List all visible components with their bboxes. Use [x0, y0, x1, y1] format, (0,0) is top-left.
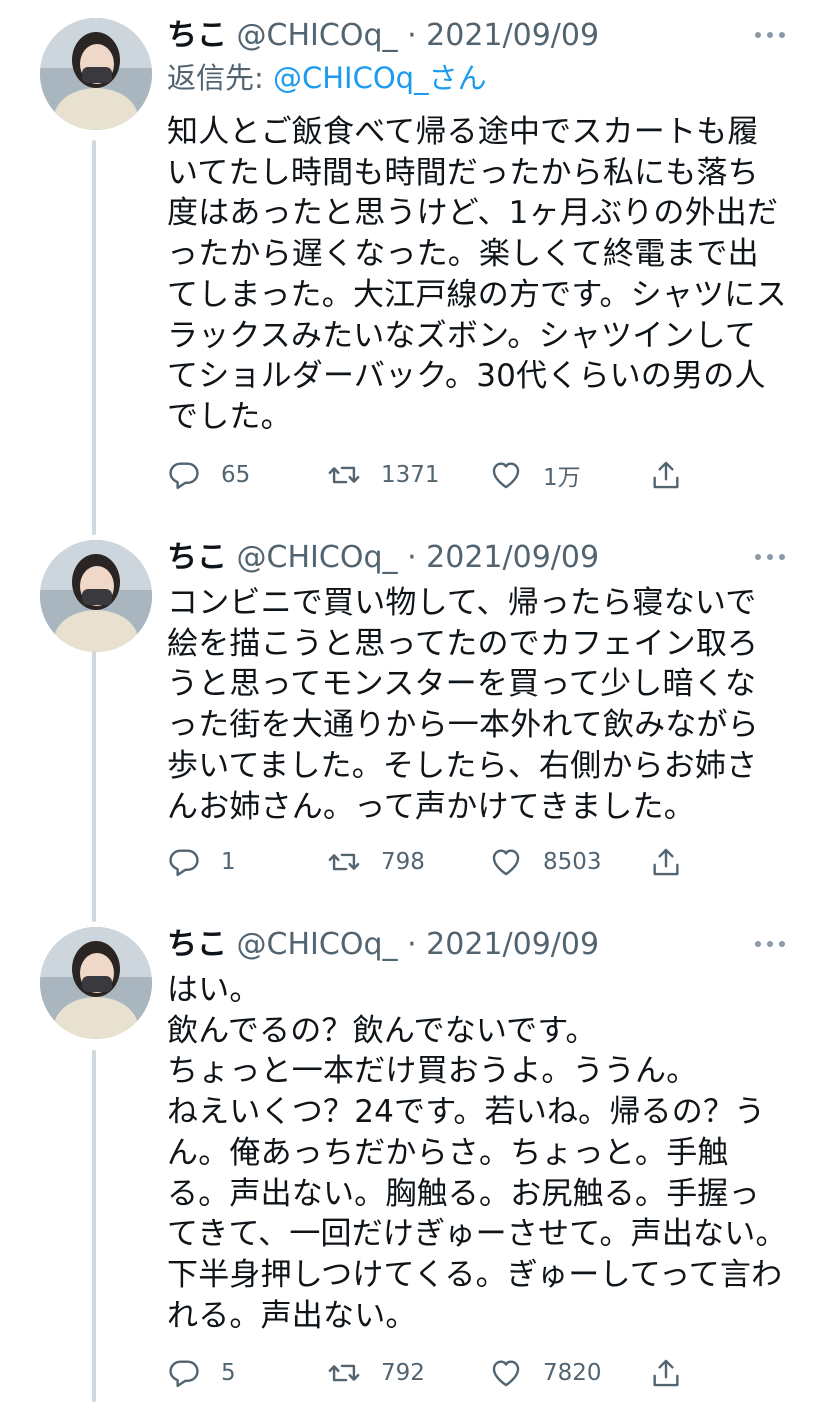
more-options-icon[interactable]: [755, 554, 785, 562]
retweet-button[interactable]: 792: [327, 1353, 425, 1393]
separator-dot: ·: [407, 540, 417, 575]
retweet-button[interactable]: 1371: [327, 455, 440, 495]
reply-to-line: 返信先: @CHICOq_さん: [167, 58, 487, 98]
like-button[interactable]: 7820: [489, 1353, 602, 1393]
tweet[interactable]: ちこ @CHICOq_ · 2021/09/09 返信先: @CHICOq_さん…: [0, 16, 827, 516]
tweet-text: 知人とご飯食べて帰る途中でスカートも履いてたし時間も時間だったから私にも落ち度は…: [167, 114, 787, 435]
tweet[interactable]: ちこ @CHICOq_ · 2021/09/09 はい。 飲んでるの？飲んでない…: [0, 925, 827, 1402]
tweet-date[interactable]: 2021/09/09: [426, 18, 599, 53]
more-options-icon[interactable]: [755, 941, 785, 949]
separator-dot: ·: [407, 18, 417, 53]
retweet-button[interactable]: 798: [327, 842, 425, 882]
tweet-actions: 1 798 8503: [167, 842, 697, 882]
avatar[interactable]: [40, 927, 152, 1039]
tweet[interactable]: ちこ @CHICOq_ · 2021/09/09 コンビニで買い物して、帰ったら…: [0, 538, 827, 898]
user-handle[interactable]: @CHICOq_: [237, 927, 398, 962]
retweet-count: 798: [381, 849, 425, 875]
like-count: 7820: [543, 1360, 602, 1386]
separator-dot: ·: [407, 927, 417, 962]
tweet-date[interactable]: 2021/09/09: [426, 927, 599, 962]
like-count: 8503: [543, 849, 602, 875]
retweet-icon: [328, 1364, 360, 1382]
share-button[interactable]: [649, 1353, 683, 1393]
avatar-image: [40, 540, 152, 652]
retweet-icon: [328, 466, 360, 484]
retweet-count: 1371: [381, 462, 440, 488]
retweet-count: 792: [381, 1360, 425, 1386]
reply-count: 65: [221, 462, 251, 488]
avatar[interactable]: [40, 540, 152, 652]
reply-mention-link[interactable]: @CHICOq_さん: [273, 61, 487, 95]
tweet-header: ちこ @CHICOq_ · 2021/09/09: [167, 925, 599, 965]
tweet-header: ちこ @CHICOq_ · 2021/09/09: [167, 16, 599, 56]
tweet-header: ちこ @CHICOq_ · 2021/09/09: [167, 538, 599, 578]
tweet-actions: 65 1371 1万: [167, 455, 697, 495]
tweet-text: コンビニで買い物して、帰ったら寝ないで絵を描こうと思ってたのでカフェイン取ろうと…: [167, 585, 759, 825]
avatar[interactable]: [40, 18, 152, 130]
retweet-icon: [328, 853, 360, 871]
reply-icon: [169, 849, 199, 877]
display-name[interactable]: ちこ: [167, 540, 227, 575]
display-name[interactable]: ちこ: [167, 18, 227, 53]
share-button[interactable]: [649, 455, 683, 495]
reply-button[interactable]: 65: [167, 455, 250, 495]
tweet-actions: 5 792 7820: [167, 1353, 697, 1393]
avatar-image: [40, 927, 152, 1039]
share-button[interactable]: [649, 842, 683, 882]
tweet-text: はい。 飲んでるの？飲んでないです。 ちょっと一本だけ買おうよ。ううん。 ねえい…: [167, 972, 787, 1334]
reply-count: 1: [221, 849, 236, 875]
heart-icon: [492, 462, 520, 489]
more-options-icon[interactable]: [755, 32, 785, 40]
share-icon: [653, 848, 679, 876]
avatar-image: [40, 18, 152, 130]
reply-icon: [169, 462, 199, 490]
user-handle[interactable]: @CHICOq_: [237, 18, 398, 53]
display-name[interactable]: ちこ: [167, 927, 227, 962]
reply-button[interactable]: 1: [167, 842, 236, 882]
like-count: 1万: [543, 465, 581, 491]
heart-icon: [492, 849, 520, 876]
tweet-date[interactable]: 2021/09/09: [426, 540, 599, 575]
reply-to-label: 返信先:: [167, 61, 273, 95]
reply-count: 5: [221, 1360, 236, 1386]
like-button[interactable]: 8503: [489, 842, 602, 882]
like-button[interactable]: 1万: [489, 455, 581, 495]
reply-icon: [169, 1360, 199, 1388]
user-handle[interactable]: @CHICOq_: [237, 540, 398, 575]
share-icon: [653, 461, 679, 489]
reply-button[interactable]: 5: [167, 1353, 236, 1393]
heart-icon: [492, 1360, 520, 1387]
share-icon: [653, 1359, 679, 1387]
